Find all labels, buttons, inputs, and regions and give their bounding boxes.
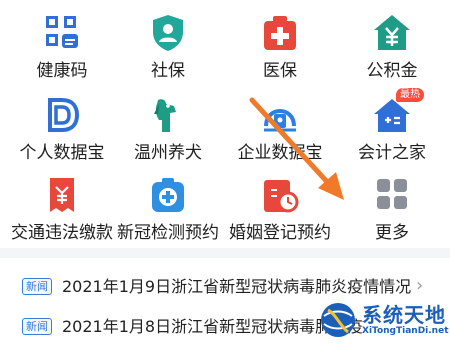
service-label: 健康码: [36, 61, 88, 81]
enterprise-data-icon: [264, 109, 296, 132]
service-label: 交通违法缴款: [11, 223, 113, 243]
service-more[interactable]: 更多: [336, 174, 448, 252]
housing-fund-icon: [374, 15, 410, 50]
personal-data-icon: [48, 98, 80, 132]
social-security-shield-icon: [153, 15, 183, 51]
service-covid-test[interactable]: 新冠检测预约: [112, 174, 224, 252]
service-traffic-fine[interactable]: 交通违法缴款: [6, 174, 118, 252]
service-label: 会计之家: [358, 143, 426, 163]
service-medical-insurance[interactable]: 医保: [224, 12, 336, 90]
service-grid: 健康码 社保 医保 公积金 个人数据宝 温州养犬 企业数据宝 最热 会计之家 交…: [0, 0, 450, 248]
dog-icon: [154, 99, 176, 132]
service-accounting-home[interactable]: 最热 会计之家: [336, 88, 448, 172]
traffic-fine-icon: [50, 178, 74, 212]
medical-insurance-icon: [264, 16, 296, 50]
chevron-right-icon: ›: [416, 275, 424, 296]
service-personal-data[interactable]: 个人数据宝: [6, 94, 118, 172]
service-label: 医保: [263, 61, 297, 81]
service-label: 公积金: [366, 61, 418, 81]
service-social-security[interactable]: 社保: [112, 12, 224, 90]
marriage-registration-icon: [264, 180, 299, 213]
watermark-url: XiTongTianDi.net: [362, 326, 449, 336]
service-label: 更多: [375, 223, 409, 243]
service-housing-fund[interactable]: 公积金: [336, 12, 448, 90]
health-code-icon: [46, 16, 78, 48]
service-label: 企业数据宝: [237, 143, 323, 163]
service-label: 个人数据宝: [19, 143, 105, 163]
globe-logo-icon: [321, 303, 355, 337]
service-marriage-registration[interactable]: 婚姻登记预约: [224, 174, 336, 252]
news-tag: 新闻: [22, 278, 52, 295]
section-divider: [0, 248, 450, 258]
more-grid-icon: [377, 179, 407, 209]
service-health-code[interactable]: 健康码: [6, 12, 118, 90]
watermark-title: 系统天地: [362, 303, 446, 327]
watermark-logo: 系统天地 XiTongTianDi.net: [318, 296, 450, 344]
news-title: 2021年1月9日浙江省新型冠状病毒肺炎疫情情况: [62, 277, 412, 296]
covid-test-icon: [152, 178, 184, 212]
service-enterprise-data[interactable]: 企业数据宝: [224, 94, 336, 172]
hot-badge: 最热: [396, 88, 424, 102]
news-tag: 新闻: [22, 318, 52, 335]
service-label: 新冠检测预约: [117, 223, 219, 243]
service-label: 社保: [151, 61, 185, 81]
service-label: 婚姻登记预约: [229, 223, 331, 243]
service-label: 温州养犬: [134, 143, 202, 163]
service-wenzhou-dog[interactable]: 温州养犬: [112, 94, 224, 172]
